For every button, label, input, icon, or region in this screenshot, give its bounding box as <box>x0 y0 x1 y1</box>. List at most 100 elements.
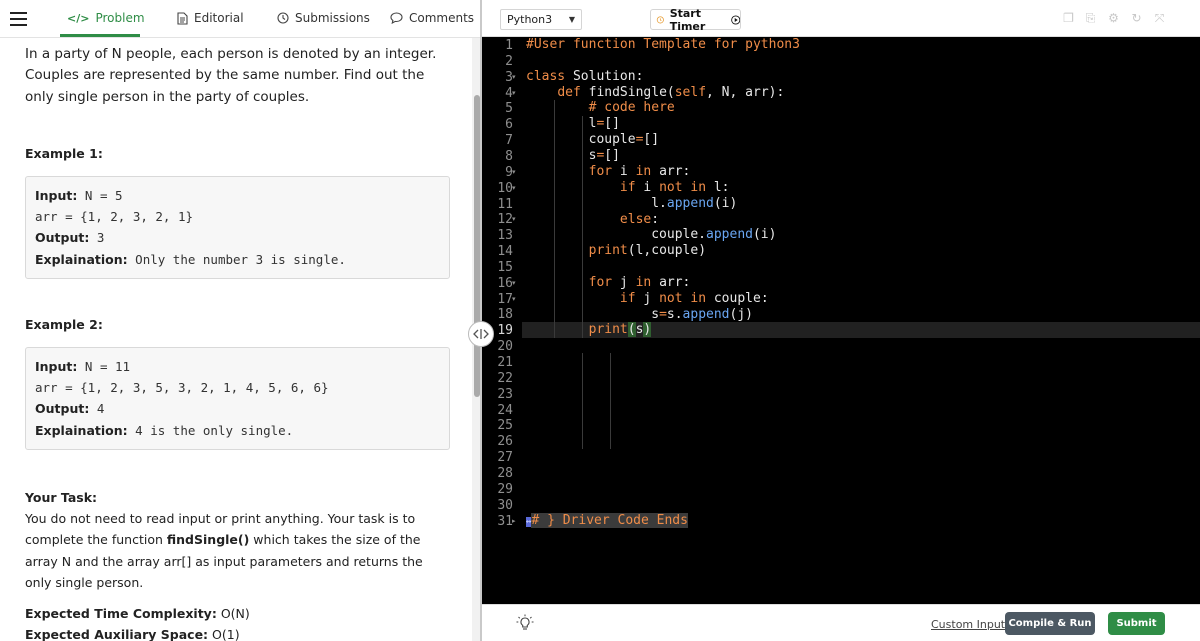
line-number: 6 <box>505 117 513 133</box>
fold-toggle-icon[interactable]: ▾ <box>512 295 516 303</box>
code-line-10: if i not in l: <box>619 180 730 195</box>
line-number: 27 <box>497 450 513 466</box>
fold-toggle-icon[interactable]: ▾ <box>512 215 516 223</box>
example-1-explanation: Explaination: Only the number 3 is singl… <box>35 251 346 267</box>
code-line-13: couple.append(i) <box>526 227 777 242</box>
fullscreen-icon[interactable]: ⤧ <box>1153 12 1166 25</box>
example-2-input: Input: N = 11 <box>35 359 131 374</box>
line-number: 8 <box>505 148 513 164</box>
editor-bottom-bar: Custom Input Compile & Run Submit <box>482 604 1200 641</box>
chat-bubble-icon <box>390 12 403 24</box>
indent-guide <box>610 353 611 449</box>
example-1-box: Input: N = 5 arr = {1, 2, 3, 2, 1} Outpu… <box>25 176 450 279</box>
line-number: 17 <box>497 291 513 307</box>
line-number: 9 <box>505 164 513 180</box>
line-number: 24 <box>497 402 513 418</box>
document-icon <box>177 11 188 25</box>
example-1-output: Output: 3 <box>35 230 105 246</box>
tab-comments[interactable]: Comments <box>390 11 474 25</box>
line-number: 29 <box>497 481 513 497</box>
your-task-heading: Your Task: <box>25 490 98 505</box>
fold-toggle-icon[interactable]: ▾ <box>512 73 516 81</box>
chevron-down-icon: ▼ <box>568 15 575 24</box>
submit-button[interactable]: Submit <box>1108 612 1165 635</box>
code-line-14: print(l,couple) <box>588 243 707 258</box>
example-2-output: Output: 4 <box>35 401 105 417</box>
line-number: 10 <box>497 180 513 196</box>
line-number: 25 <box>497 418 513 434</box>
code-line-17: if j not in couple: <box>619 291 769 306</box>
code-line-5: # code here <box>588 100 675 115</box>
hamburger-menu-icon[interactable] <box>10 12 27 26</box>
space-complexity: Expected Auxiliary Space: O(1) <box>25 627 240 641</box>
line-number: 30 <box>497 497 513 513</box>
lightbulb-icon[interactable] <box>516 614 534 632</box>
code-line-1: #User function Template for python3 <box>526 37 800 52</box>
custom-input-link[interactable]: Custom Input <box>931 618 1005 631</box>
example-1-arr: arr = {1, 2, 3, 2, 1} <box>35 209 194 225</box>
example-2-explanation: Explaination: 4 is the only single. <box>35 422 294 438</box>
resize-handle-icon[interactable] <box>468 321 494 347</box>
tab-label: Editorial <box>194 11 244 25</box>
line-number: 15 <box>497 259 513 275</box>
tab-problem[interactable]: </> Problem <box>67 11 145 25</box>
code-line-9: for i in arr: <box>588 164 691 179</box>
line-number: 28 <box>497 465 513 481</box>
copy-icon[interactable]: ❐ <box>1062 12 1075 25</box>
code-line-4: def findSingle(self, N, arr): <box>557 85 785 100</box>
line-number: 3 <box>505 69 513 85</box>
code-line-19: print(s) <box>588 322 652 337</box>
problem-pane: </> Problem Editorial Submissions Commen… <box>0 0 481 641</box>
line-number: 31 <box>497 513 513 529</box>
example-1-heading: Example 1: <box>25 146 103 161</box>
line-number: 13 <box>497 228 513 244</box>
code-line-12: else: <box>619 212 660 227</box>
code-line-11: l.append(i) <box>526 196 738 211</box>
alarm-clock-icon <box>656 16 664 24</box>
code-line-16: for j in arr: <box>588 275 691 290</box>
example-2-heading: Example 2: <box>25 317 103 332</box>
editor-pane: Python3 ▼ Start Timer ❐ ⎘ ⚙ ↻ ⤧ 1 2 3 ▾ 4 ▾ 5 6… <box>482 0 1200 641</box>
language-value: Python3 <box>507 13 553 26</box>
fold-toggle-icon[interactable]: ▾ <box>512 279 516 287</box>
time-complexity: Expected Time Complexity: O(N) <box>25 606 250 621</box>
editor-toolbar: Python3 ▼ Start Timer ❐ ⎘ ⚙ ↻ ⤧ <box>482 0 1200 37</box>
function-name: findSingle() <box>166 532 250 548</box>
code-line-6: l=[] <box>526 116 620 131</box>
line-number: 18 <box>497 307 513 323</box>
your-task-section: Your Task: You do not need to read input… <box>25 487 450 593</box>
fold-toggle-icon[interactable]: ▸ <box>512 517 516 525</box>
play-circle-icon <box>730 14 740 25</box>
code-line-7: couple=[] <box>526 132 660 147</box>
line-number: 21 <box>497 355 513 370</box>
example-1-input: Input: N = 5 <box>35 188 123 203</box>
language-select[interactable]: Python3 ▼ <box>500 9 582 30</box>
fold-toggle-icon[interactable]: ▾ <box>512 184 516 192</box>
tab-submissions[interactable]: Submissions <box>277 11 370 25</box>
indent-guide <box>582 353 583 449</box>
line-number: 11 <box>497 196 513 212</box>
problem-statement: In a party of N people, each person is d… <box>25 46 437 105</box>
tab-editorial[interactable]: Editorial <box>177 11 244 25</box>
tab-label: Submissions <box>295 11 370 25</box>
line-number: 23 <box>497 386 513 402</box>
line-number: 12 <box>497 212 513 228</box>
clock-icon <box>277 12 289 24</box>
fold-toggle-icon[interactable]: ▾ <box>512 168 516 176</box>
compile-run-button[interactable]: Compile & Run <box>1005 612 1095 635</box>
code-line-3: class Solution: <box>526 69 644 84</box>
settings-icon[interactable]: ⚙ <box>1107 12 1120 25</box>
active-tab-indicator <box>60 34 140 37</box>
line-number: 14 <box>497 244 513 260</box>
example-2-arr: arr = {1, 2, 3, 5, 3, 2, 1, 4, 5, 6, 6} <box>35 380 329 396</box>
line-number: 22 <box>497 370 513 386</box>
line-number: 26 <box>497 434 513 450</box>
export-icon[interactable]: ⎘ <box>1084 12 1097 25</box>
code-line-18: s=s.append(j) <box>526 307 753 322</box>
line-number: 16 <box>497 275 513 291</box>
start-timer-label: Start Timer <box>669 6 706 33</box>
code-editor[interactable]: #User function Template for python3 clas… <box>522 37 1200 604</box>
start-timer-button[interactable]: Start Timer <box>650 6 741 33</box>
fold-toggle-icon[interactable]: ▾ <box>512 89 516 97</box>
reset-icon[interactable]: ↻ <box>1130 12 1143 25</box>
